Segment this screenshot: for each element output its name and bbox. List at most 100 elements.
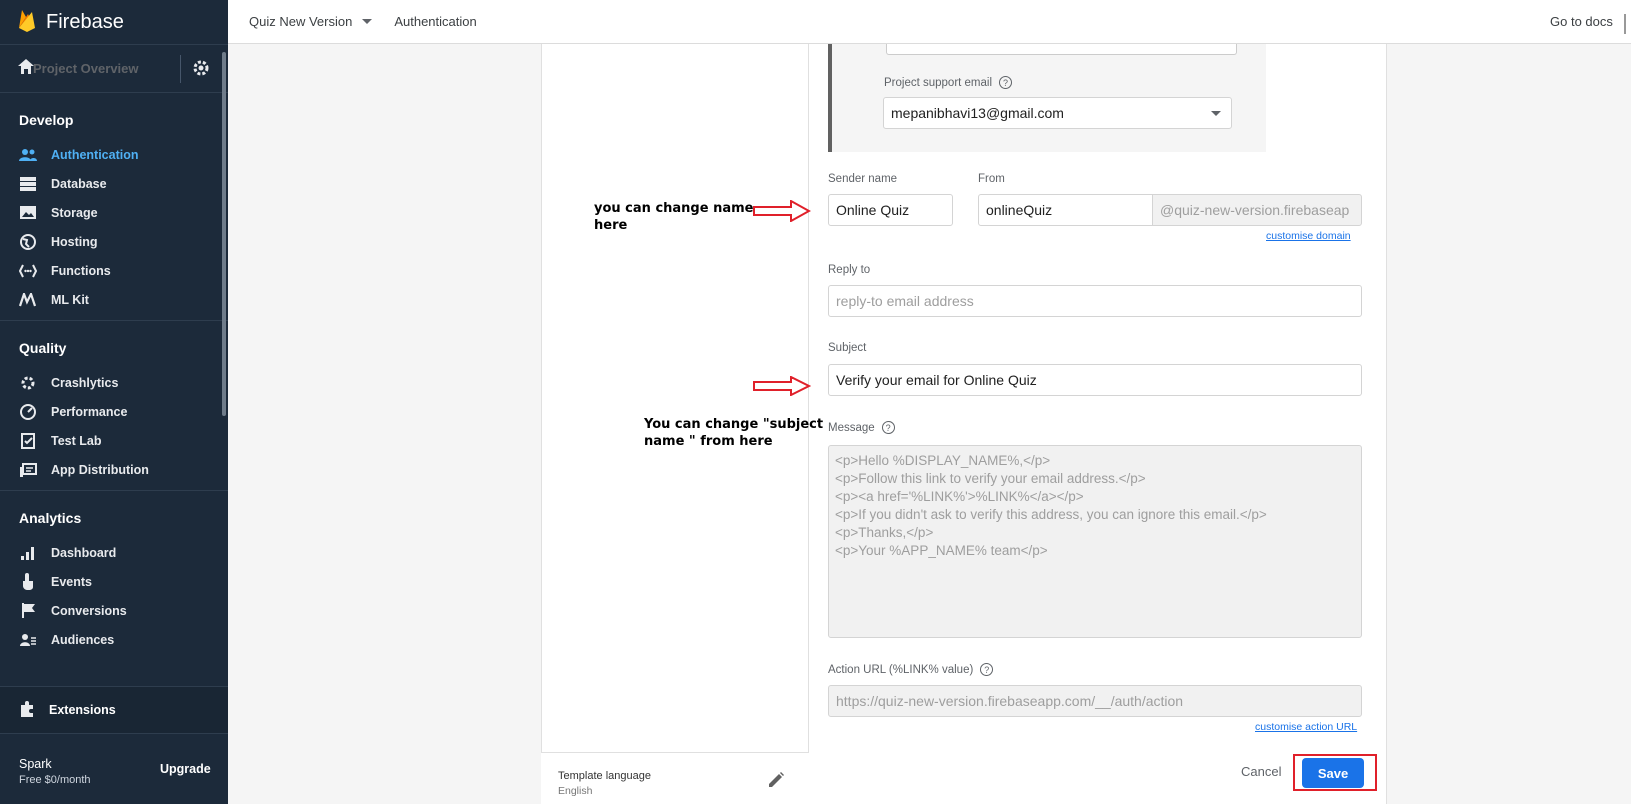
message-line: <p><a href='%LINK%'>%LINK%</a></p> (835, 489, 1084, 504)
sidebar-section-develop: Develop Authentication Database Storage … (0, 93, 228, 321)
help-icon[interactable]: ? (999, 76, 1013, 89)
from-domain-value: @quiz-new-version.firebaseap (1160, 202, 1350, 218)
sidebar-item-label: Audiences (51, 632, 115, 647)
sidebar-item-database[interactable]: Database (0, 169, 228, 198)
action-url-label: Action URL (%LINK% value) ? (828, 663, 994, 676)
annotation-subject: You can change "subject name " from here (644, 416, 823, 450)
sidebar-item-label: Crashlytics (51, 375, 119, 390)
database-icon (19, 175, 37, 193)
annotation-line: name " from here (644, 434, 773, 449)
sidebar-item-label: Events (51, 574, 92, 589)
section-title-develop: Develop (19, 112, 74, 128)
firebase-logo-icon (18, 8, 36, 37)
sender-name-label: Sender name (828, 173, 898, 185)
section-title-quality: Quality (19, 340, 67, 356)
sidebar-item-hosting[interactable]: Hosting (0, 227, 228, 256)
flag-icon (19, 602, 37, 620)
support-email-label-text: Project support email (884, 76, 993, 89)
annotation-line: You can change "subject (644, 417, 824, 432)
sidebar-item-label: Extensions (49, 703, 116, 717)
image-icon (19, 204, 37, 222)
sidebar-item-app-distribution[interactable]: App Distribution (0, 455, 228, 484)
audience-icon (19, 631, 37, 649)
sidebar-item-extensions[interactable]: Extensions (0, 686, 228, 734)
sidebar-item-label: Performance (51, 404, 128, 419)
message-line: <p>Hello %DISPLAY_NAME%,</p> (835, 453, 1051, 468)
plan-price: Free $0/month (19, 773, 91, 786)
sidebar-item-label: Database (51, 176, 107, 191)
action-url-field: https://quiz-new-version.firebaseapp.com… (828, 685, 1362, 717)
sidebar-item-conversions[interactable]: Conversions (0, 596, 228, 625)
from-field[interactable]: onlineQuiz (978, 194, 1153, 226)
project-overview-link[interactable]: Project Overview (0, 45, 228, 93)
cancel-button[interactable]: Cancel (1241, 764, 1281, 779)
chevron-down-icon (362, 19, 373, 24)
sidebar-item-dashboard[interactable]: Dashboard (0, 538, 228, 567)
reply-to-field[interactable]: reply-to email address (828, 285, 1362, 317)
sidebar-item-events[interactable]: Events (0, 567, 228, 596)
project-name-field-partial[interactable] (886, 44, 1237, 55)
sidebar-item-test-lab[interactable]: Test Lab (0, 426, 228, 455)
sidebar-item-label: Storage (51, 205, 98, 220)
sidebar-section-quality: Quality Crashlytics Performance Test Lab… (0, 321, 228, 491)
project-selector[interactable]: Quiz New Version (249, 14, 373, 29)
sidebar-item-ml-kit[interactable]: ML Kit (0, 285, 228, 314)
help-icon[interactable]: ? (980, 663, 994, 676)
sidebar-item-label: Conversions (51, 603, 127, 618)
red-arrow-icon (753, 376, 811, 396)
customise-domain-link[interactable]: customise domain (1266, 230, 1351, 242)
project-overview-label: Project Overview (33, 61, 139, 76)
distribution-icon (19, 461, 37, 479)
help-icon[interactable]: ? (881, 421, 895, 434)
edit-pencil-icon[interactable] (767, 771, 785, 794)
window-edge (1624, 14, 1626, 34)
red-arrow-icon (753, 200, 811, 222)
sidebar-item-authentication[interactable]: Authentication (0, 140, 228, 169)
sender-name-field[interactable]: Online Quiz (828, 194, 953, 226)
annotation-line: you can change name (594, 201, 754, 216)
sidebar: Firebase Project Overview Develop Authen… (0, 0, 228, 804)
save-button[interactable]: Save (1302, 758, 1364, 788)
from-value: onlineQuiz (986, 202, 1053, 218)
firebase-brand[interactable]: Firebase (0, 0, 228, 45)
sidebar-item-storage[interactable]: Storage (0, 198, 228, 227)
plan-name: Spark (19, 756, 52, 771)
message-label: Message ? (828, 421, 895, 434)
message-label-text: Message (828, 421, 875, 434)
sidebar-item-label: Dashboard (51, 545, 117, 560)
top-bar: Quiz New Version Authentication Go to do… (228, 0, 1631, 44)
extensions-icon (19, 700, 35, 720)
upgrade-button[interactable]: Upgrade (160, 762, 211, 776)
touch-icon (19, 573, 37, 591)
sidebar-item-functions[interactable]: Functions (0, 256, 228, 285)
template-language: Template language English (541, 752, 809, 804)
subject-field[interactable]: Verify your email for Online Quiz (828, 364, 1362, 396)
sidebar-item-performance[interactable]: Performance (0, 397, 228, 426)
message-line: <p>Thanks,</p> (835, 525, 934, 540)
sidebar-item-label: Authentication (51, 147, 139, 162)
sidebar-item-crashlytics[interactable]: Crashlytics (0, 368, 228, 397)
globe-icon (19, 233, 37, 251)
sidebar-item-label: Hosting (51, 234, 98, 249)
sidebar-item-audiences[interactable]: Audiences (0, 625, 228, 654)
reply-to-placeholder: reply-to email address (836, 293, 974, 309)
action-url-value: https://quiz-new-version.firebaseapp.com… (836, 693, 1184, 709)
project-name: Quiz New Version (249, 14, 353, 29)
support-email-select[interactable]: mepanibhavi13@gmail.com (883, 97, 1232, 129)
reply-to-label: Reply to (828, 264, 871, 276)
message-body[interactable]: <p>Hello %DISPLAY_NAME%,</p> <p>Follow t… (828, 445, 1362, 638)
annotation-sender-name: you can change name here (594, 200, 753, 234)
sidebar-scrollbar[interactable] (222, 52, 226, 416)
bar-chart-icon (19, 544, 37, 562)
annotation-line: here (594, 218, 628, 233)
gear-bug-icon (19, 374, 37, 392)
gear-icon[interactable] (192, 59, 210, 82)
from-label: From (978, 173, 1005, 185)
go-to-docs-link[interactable]: Go to docs (1550, 14, 1613, 29)
subject-label: Subject (828, 342, 867, 354)
checklist-icon (19, 432, 37, 450)
customise-action-url-link[interactable]: customise action URL (1255, 721, 1357, 733)
brand-title: Firebase (46, 10, 124, 33)
template-language-label: Template language (558, 770, 651, 782)
functions-icon (19, 262, 37, 280)
